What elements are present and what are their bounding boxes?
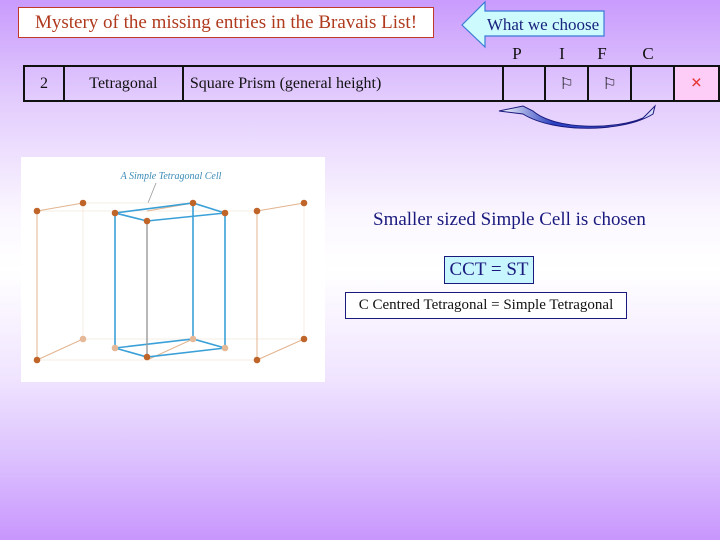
crystal-system: Tetragonal (62, 65, 184, 102)
what-we-choose-callout: What we choose (461, 0, 605, 50)
tetragonal-cell-diagram: A Simple Tetragonal Cell (21, 157, 325, 382)
cross-icon: × (690, 72, 703, 94)
equation-box: CCT = ST (444, 256, 534, 284)
cell-c: × (672, 65, 720, 102)
column-header-i: I (559, 44, 565, 63)
cell-f (630, 65, 675, 102)
column-header-f: F (597, 44, 607, 63)
cell-p: ⚐ (544, 65, 590, 102)
table-row: 2 Tetragonal Square Prism (general heigh… (23, 65, 720, 102)
bravais-table: 2 Tetragonal Square Prism (general heigh… (23, 65, 720, 102)
blank-cell (502, 65, 547, 102)
cell-shape: Square Prism (general height) (181, 65, 505, 102)
equivalence-box: C Centred Tetragonal = Simple Tetragonal (345, 292, 627, 319)
slide-title: Mystery of the missing entries in the Br… (18, 7, 434, 38)
cell-i: ⚐ (587, 65, 633, 102)
row-number: 2 (23, 65, 65, 102)
flag-icon: ⚐ (602, 75, 617, 93)
column-header-p: P (512, 44, 522, 63)
simple-cell-edges (114, 202, 226, 358)
caption-pointer (147, 182, 157, 204)
diagram-caption: A Simple Tetragonal Cell (120, 171, 222, 182)
callout-label: What we choose (486, 15, 600, 34)
flag-icon: ⚐ (559, 75, 574, 93)
conclusion-text: Smaller sized Simple Cell is chosen (373, 209, 646, 230)
column-header-c: C (642, 44, 654, 63)
curved-arrow-icon (498, 104, 656, 129)
